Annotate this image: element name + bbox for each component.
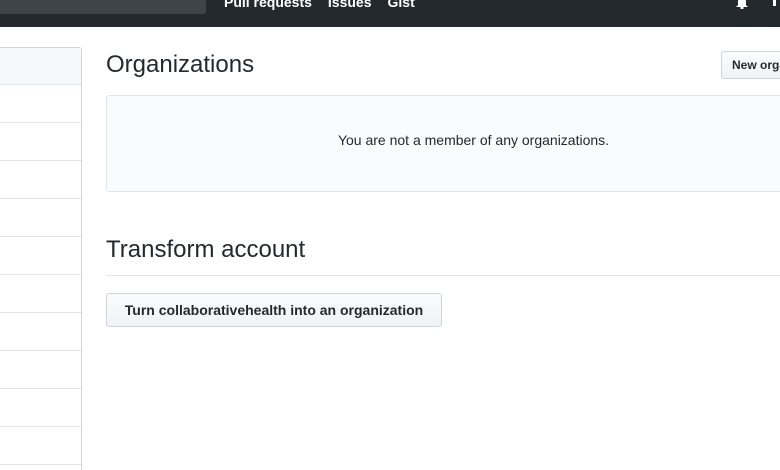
sidebar-item[interactable] bbox=[0, 161, 81, 199]
divider bbox=[106, 275, 780, 276]
nav-issues[interactable]: Issues bbox=[328, 0, 372, 10]
sidebar-item[interactable] bbox=[0, 313, 81, 351]
sidebar-item[interactable] bbox=[0, 48, 81, 85]
settings-sidebar bbox=[0, 47, 82, 470]
page: Pull requests Issues Gist Organizations … bbox=[0, 0, 780, 470]
sidebar-item[interactable] bbox=[0, 275, 81, 313]
transform-heading: Transform account bbox=[106, 236, 306, 263]
avatar[interactable] bbox=[773, 0, 776, 6]
sidebar-item[interactable] bbox=[0, 199, 81, 237]
site-header: Pull requests Issues Gist bbox=[0, 0, 780, 27]
new-organization-button[interactable]: New orga bbox=[721, 51, 780, 79]
sidebar-item[interactable] bbox=[0, 351, 81, 389]
sidebar-item[interactable] bbox=[0, 123, 81, 161]
search-input[interactable] bbox=[0, 0, 206, 14]
empty-message: You are not a member of any organization… bbox=[337, 132, 610, 148]
bell-icon[interactable] bbox=[735, 0, 749, 9]
empty-state: You are not a member of any organization… bbox=[106, 95, 780, 192]
sidebar-item[interactable] bbox=[0, 237, 81, 275]
transform-account-button[interactable]: Turn collaborativehealth into an organiz… bbox=[106, 293, 442, 327]
sidebar-item[interactable] bbox=[0, 427, 81, 465]
sidebar-item[interactable] bbox=[0, 389, 81, 427]
sidebar-item[interactable] bbox=[0, 85, 81, 123]
nav-pull-requests[interactable]: Pull requests bbox=[224, 0, 312, 10]
nav-gist[interactable]: Gist bbox=[388, 0, 415, 10]
page-title: Organizations bbox=[106, 51, 255, 78]
header-nav: Pull requests Issues Gist bbox=[224, 0, 415, 10]
